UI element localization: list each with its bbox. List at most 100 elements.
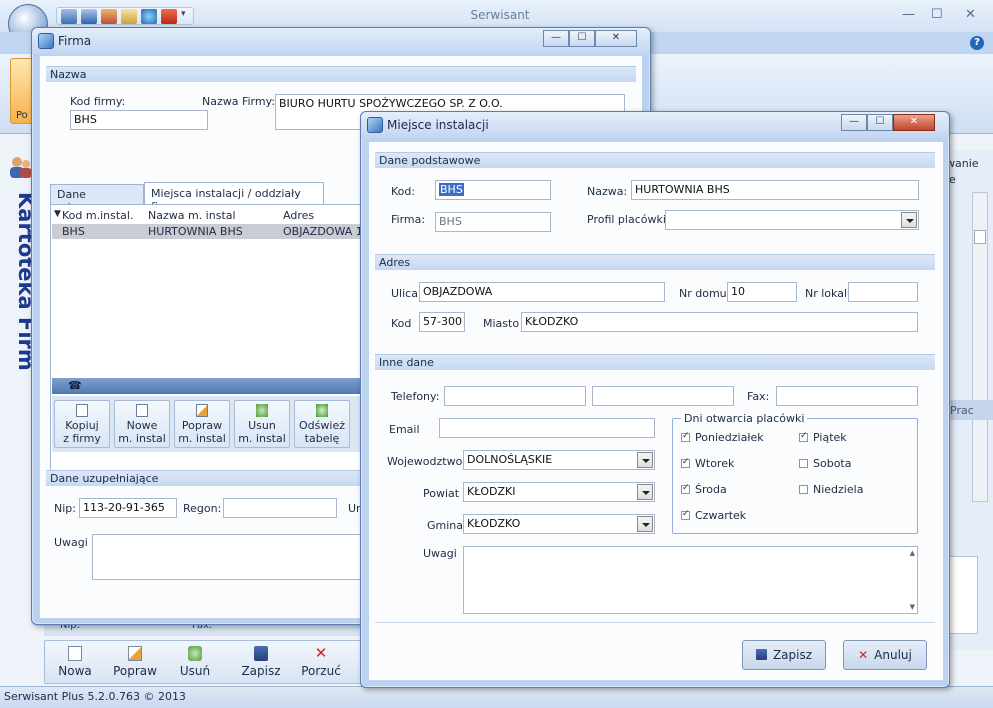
tab-miejsca-instalacji[interactable]: Miejsca instalacji / oddziały firmy:: [144, 182, 324, 213]
miejsce-minimize-button[interactable]: —: [841, 114, 867, 131]
check-icon: [681, 509, 690, 520]
qat-dropdown-icon[interactable]: ▾: [181, 9, 189, 24]
odswiez-button[interactable]: Odśwież tabelę: [294, 400, 350, 448]
checkbox-sroda[interactable]: Środa: [681, 483, 727, 496]
kod-firmy-label: Kod firmy:: [70, 95, 126, 108]
wojewodztwo-value: DOLNOŚLĄSKIE: [467, 453, 553, 466]
uwagi-firma-input[interactable]: [92, 534, 382, 580]
checkbox-czwartek[interactable]: Czwartek: [681, 509, 746, 522]
usun-label: Usuń: [179, 664, 211, 678]
fax-input[interactable]: [776, 386, 918, 406]
telefon-1-input[interactable]: [444, 386, 586, 406]
kod-pocztowy-input[interactable]: 57-300: [419, 312, 465, 332]
usun-label-1: Usun: [248, 419, 276, 432]
nazwa-input[interactable]: HURTOWNIA BHS: [631, 180, 919, 200]
wojewodztwo-select[interactable]: DOLNOŚLĄSKIE: [463, 450, 655, 470]
right-strip-label: Prac: [946, 400, 993, 420]
miejsce-window: Miejsce instalacji — ☐ ✕ Dane podstawowe…: [360, 111, 950, 688]
grid-footer: ☎: [52, 378, 370, 394]
scroll-up-icon[interactable]: ▲: [910, 549, 915, 557]
checkbox-poniedzialek[interactable]: Poniedziałek: [681, 431, 764, 444]
inne-group-header: Inne dane: [375, 354, 935, 370]
calendar-icon[interactable]: [121, 9, 137, 24]
anuluj-button[interactable]: ✕ Anuluj: [843, 640, 927, 670]
profil-label: Profil placówki: [587, 213, 666, 226]
podst-group-header: Dane podstawowe: [375, 152, 935, 168]
recycle-icon: [188, 646, 202, 661]
right-scrollbar-thumb[interactable]: [974, 230, 986, 244]
scroll-down-icon[interactable]: ▼: [910, 603, 915, 611]
firma-input[interactable]: BHS: [435, 212, 551, 232]
grid-header-nazwa[interactable]: Nazwa m. instal: [148, 209, 236, 222]
home-icon[interactable]: [61, 9, 77, 24]
row-kod: BHS: [62, 225, 85, 238]
powiat-value: KŁODZKI: [467, 485, 516, 498]
uwagi-firma-label: Uwagi: [54, 536, 88, 549]
checkbox-wtorek[interactable]: Wtorek: [681, 457, 734, 470]
kod-firmy-input[interactable]: BHS: [70, 110, 208, 130]
miasto-input[interactable]: KŁODZKO: [521, 312, 918, 332]
usun-minstal-button[interactable]: Usun m. instal: [234, 400, 290, 448]
firma-close-button[interactable]: ✕: [595, 30, 637, 47]
popraw-label-2: m. instal: [178, 432, 226, 445]
popraw-button[interactable]: Popraw: [110, 644, 160, 684]
zapisz-main-button[interactable]: Zapisz: [236, 644, 286, 684]
chevron-down-icon[interactable]: [637, 484, 653, 500]
grid-header-kod[interactable]: Kod m.instal.: [62, 209, 133, 222]
new-document-icon: [136, 404, 148, 417]
chevron-down-icon[interactable]: [637, 516, 653, 532]
checkbox-niedziela[interactable]: Niedziela: [799, 483, 863, 496]
kopiuj-button[interactable]: Kopiuj z firmy: [54, 400, 110, 448]
profil-select[interactable]: [665, 210, 919, 230]
grid-header-adres[interactable]: Adres: [283, 209, 314, 222]
checkbox-sobota[interactable]: Sobota: [799, 457, 851, 470]
app-maximize-button[interactable]: ☐: [931, 7, 943, 22]
nrlokalu-input[interactable]: [848, 282, 918, 302]
app-minimize-button[interactable]: —: [902, 7, 915, 22]
divider: [375, 622, 935, 623]
app-close-button[interactable]: ✕: [965, 7, 976, 22]
firma-maximize-button[interactable]: ☐: [569, 30, 595, 47]
kod-label: Kod:: [391, 185, 416, 198]
tab-dane-adresowe[interactable]: Dane adresowe: [50, 184, 144, 214]
power-icon[interactable]: [161, 9, 177, 24]
package-icon[interactable]: [101, 9, 117, 24]
miejsce-maximize-button[interactable]: ☐: [867, 114, 893, 131]
telefon-2-input[interactable]: [592, 386, 734, 406]
table-row[interactable]: BHS HURTOWNIA BHS OBJAZDOWA 10: [52, 224, 370, 239]
nowe-label-1: Nowe: [126, 419, 158, 432]
powiat-select[interactable]: KŁODZKI: [463, 482, 655, 502]
email-input[interactable]: [439, 418, 655, 438]
checkbox-piatek[interactable]: Piątek: [799, 431, 847, 444]
save-icon[interactable]: [81, 9, 97, 24]
chevron-down-icon[interactable]: [637, 452, 653, 468]
nrdomu-input[interactable]: 10: [727, 282, 797, 302]
globe-icon[interactable]: [141, 9, 157, 24]
regon-input[interactable]: [223, 498, 337, 518]
zapisz-button[interactable]: Zapisz: [742, 640, 826, 670]
kod-input[interactable]: BHS: [435, 180, 551, 200]
x-icon: ✕: [314, 644, 328, 662]
nazwa-label: Nazwa:: [587, 185, 628, 198]
firma-minimize-button[interactable]: —: [543, 30, 569, 47]
chevron-down-icon[interactable]: [901, 212, 917, 228]
kopiuj-label-1: Kopiuj: [65, 419, 99, 432]
x-icon: ✕: [858, 648, 869, 662]
usun-button[interactable]: Usuń: [170, 644, 220, 684]
app-title: Serwisant: [470, 8, 530, 22]
nowa-button[interactable]: Nowa: [50, 644, 100, 684]
uwagi-label: Uwagi: [423, 547, 457, 560]
ulica-input[interactable]: OBJAZDOWA: [419, 282, 665, 302]
nrdomu-label: Nr domu: [679, 287, 727, 300]
popraw-minstal-button[interactable]: Popraw m. instal: [174, 400, 230, 448]
nowe-minstal-button[interactable]: Nowe m. instal: [114, 400, 170, 448]
nip-input[interactable]: 113-20-91-365: [79, 498, 177, 518]
gmina-select[interactable]: KŁODZKO: [463, 514, 655, 534]
odswiez-label-1: Odśwież: [299, 419, 345, 432]
porzuc-button[interactable]: ✕ Porzuć: [296, 644, 346, 684]
miejsce-close-button[interactable]: ✕: [893, 114, 935, 131]
refresh-icon: [316, 404, 328, 417]
help-icon[interactable]: ?: [970, 36, 984, 50]
odswiez-label-2: tabelę: [304, 432, 340, 445]
uwagi-textarea[interactable]: ▲ ▼: [463, 546, 918, 614]
